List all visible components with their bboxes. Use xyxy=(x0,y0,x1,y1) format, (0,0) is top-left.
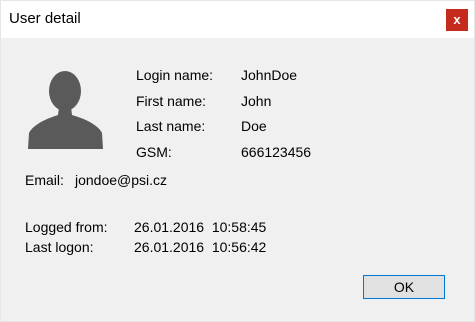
ok-button[interactable]: OK xyxy=(363,275,445,299)
user-detail-dialog: User detail x Login name: JohnDoe First … xyxy=(0,0,475,322)
login-name-value: JohnDoe xyxy=(241,67,298,83)
logged-from-label: Logged from: xyxy=(25,219,108,235)
ok-button-label: OK xyxy=(393,279,415,295)
last-name-value: Doe xyxy=(241,118,267,134)
gsm-value: 666123456 xyxy=(241,144,312,160)
first-name-value: John xyxy=(241,93,272,109)
last-logon-value: 26.01.2016 10:56:42 xyxy=(134,239,267,255)
title-bar: User detail x xyxy=(1,1,474,38)
email-value: jondoe@psi.cz xyxy=(75,172,168,188)
gsm-label: GSM: xyxy=(136,144,172,160)
last-name-label: Last name: xyxy=(136,118,206,134)
logged-from-value: 26.01.2016 10:58:45 xyxy=(134,219,267,235)
close-icon: x xyxy=(453,12,461,27)
window-title: User detail xyxy=(9,10,81,27)
email-label: Email: xyxy=(25,172,64,188)
dialog-body: Login name: JohnDoe First name: John Las… xyxy=(1,38,474,321)
login-name-label: Login name: xyxy=(136,67,214,83)
close-button[interactable]: x xyxy=(446,9,468,31)
first-name-label: First name: xyxy=(136,93,207,109)
last-logon-label: Last logon: xyxy=(25,239,94,255)
user-silhouette-icon xyxy=(28,71,103,149)
